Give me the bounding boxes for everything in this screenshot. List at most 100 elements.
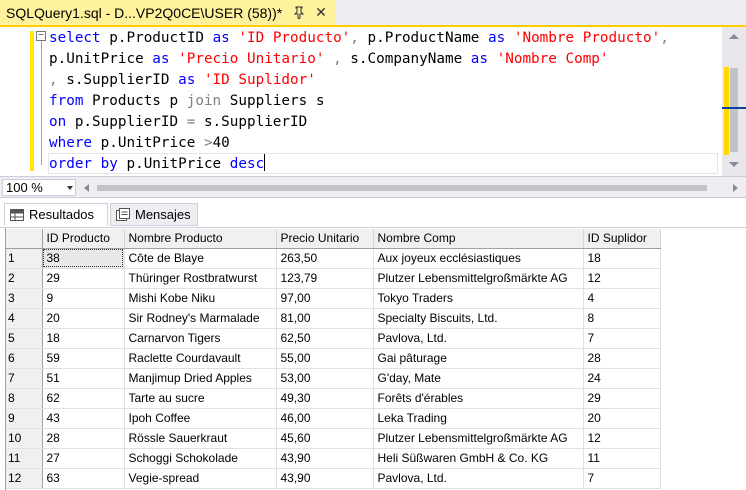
grid-cell[interactable]: 43,90	[276, 448, 374, 469]
grid-cell[interactable]: 7	[583, 468, 661, 489]
grid-cell[interactable]: 24	[583, 368, 661, 389]
grid-cell[interactable]: Specialty Biscuits, Ltd.	[373, 308, 584, 329]
grid-cell[interactable]: 4	[583, 288, 661, 309]
tab-messages[interactable]: Mensajes	[110, 203, 198, 226]
grid-cell[interactable]: Pavlova, Ltd.	[373, 328, 584, 349]
table-row[interactable]: 9 43 Ipoh Coffee 46,00 Leka Trading 20	[6, 408, 661, 429]
tab-results[interactable]: Resultados	[4, 203, 108, 226]
table-row[interactable]: 8 62 Tarte au sucre 49,30 Forêts d'érables 29	[6, 388, 661, 409]
table-row[interactable]: 5 18 Carnarvon Tigers 62,50 Pavlova, Ltd. 7	[6, 328, 661, 349]
grid-cell[interactable]: 81,00	[276, 308, 374, 329]
grid-cell[interactable]: 28	[42, 428, 125, 449]
row-number[interactable]: 6	[6, 348, 43, 369]
code-line[interactable]: select p.ProductID as 'ID Producto', p.P…	[49, 28, 721, 49]
collapse-region-icon[interactable]: −	[36, 31, 46, 41]
grid-cell[interactable]: Tarte au sucre	[124, 388, 277, 409]
grid-cell[interactable]: Forêts d'érables	[373, 388, 584, 409]
scroll-up-arrow-icon[interactable]	[728, 31, 740, 41]
grid-cell[interactable]: 29	[42, 268, 125, 289]
grid-cell[interactable]: 263,50	[276, 248, 374, 269]
table-row[interactable]: 4 20 Sir Rodney's Marmalade 81,00 Specialty …	[6, 308, 661, 329]
grid-cell[interactable]: Rössle Sauerkraut	[124, 428, 277, 449]
grid-corner[interactable]	[6, 229, 43, 249]
scroll-down-arrow-icon[interactable]	[728, 160, 740, 170]
grid-cell[interactable]: 18	[583, 248, 661, 269]
results-grid[interactable]: ID Producto Nombre Producto Precio Unita…	[6, 229, 661, 489]
grid-cell[interactable]: 43	[42, 408, 125, 429]
grid-cell[interactable]: Sir Rodney's Marmalade	[124, 308, 277, 329]
table-row[interactable]: 6 59 Raclette Courdavault 55,00 Gai pâturage…	[6, 348, 661, 369]
grid-cell[interactable]: 29	[583, 388, 661, 409]
grid-cell[interactable]: 45,60	[276, 428, 374, 449]
document-tab[interactable]: SQLQuery1.sql - D...VP2Q0CE\USER (58))*	[0, 0, 336, 25]
grid-cell[interactable]: 49,30	[276, 388, 374, 409]
grid-cell[interactable]: Heli Süßwaren GmbH & Co. KG	[373, 448, 584, 469]
scroll-left-arrow-icon[interactable]	[82, 182, 92, 194]
sql-editor[interactable]: − select p.ProductID as 'ID Producto', p…	[0, 27, 746, 176]
code-line[interactable]: , s.SupplierID as 'ID Suplidor'	[49, 70, 721, 91]
code-line[interactable]: on p.SupplierID = s.SupplierID	[49, 112, 721, 133]
row-number[interactable]: 5	[6, 328, 43, 349]
grid-cell[interactable]: 38	[42, 248, 125, 269]
row-number[interactable]: 8	[6, 388, 43, 409]
row-number[interactable]: 7	[6, 368, 43, 389]
row-number[interactable]: 3	[6, 288, 43, 309]
table-row[interactable]: 12 63 Vegie-spread 43,90 Pavlova, Ltd. 7	[6, 468, 661, 489]
grid-cell[interactable]: Raclette Courdavault	[124, 348, 277, 369]
table-row[interactable]: 7 51 Manjimup Dried Apples 53,00 G'day, Mate…	[6, 368, 661, 389]
grid-cell[interactable]: 53,00	[276, 368, 374, 389]
editor-vertical-scroll-thumb[interactable]	[730, 68, 738, 152]
table-row[interactable]: 2 29 Thüringer Rostbratwurst 123,79 Plutzer …	[6, 268, 661, 289]
grid-cell[interactable]: 97,00	[276, 288, 374, 309]
column-header[interactable]: ID Producto	[42, 229, 125, 249]
pin-icon[interactable]	[292, 5, 306, 19]
grid-cell[interactable]: 18	[42, 328, 125, 349]
table-row[interactable]: 3 9 Mishi Kobe Niku 97,00 Tokyo Traders 4	[6, 288, 661, 309]
column-header[interactable]: Precio Unitario	[276, 229, 374, 249]
code-line[interactable]: from Products p join Suppliers s	[49, 91, 721, 112]
row-number[interactable]: 4	[6, 308, 43, 329]
editor-horizontal-scroll-thumb[interactable]	[97, 185, 707, 191]
column-header[interactable]: ID Suplidor	[583, 229, 661, 249]
code-line[interactable]: order by p.UnitPrice desc	[49, 154, 721, 175]
zoom-dropdown[interactable]: 100 %	[2, 179, 76, 196]
grid-cell[interactable]: Thüringer Rostbratwurst	[124, 268, 277, 289]
grid-cell[interactable]: Aux joyeux ecclésiastiques	[373, 248, 584, 269]
grid-cell[interactable]: Carnarvon Tigers	[124, 328, 277, 349]
grid-cell[interactable]: 20	[583, 408, 661, 429]
scroll-right-arrow-icon[interactable]	[730, 182, 740, 194]
table-row[interactable]: 10 28 Rössle Sauerkraut 45,60 Plutzer Lebens…	[6, 428, 661, 449]
grid-cell[interactable]: Vegie-spread	[124, 468, 277, 489]
grid-cell[interactable]: Schoggi Schokolade	[124, 448, 277, 469]
grid-cell[interactable]: Ipoh Coffee	[124, 408, 277, 429]
grid-cell[interactable]: 27	[42, 448, 125, 469]
grid-cell[interactable]: 59	[42, 348, 125, 369]
grid-cell[interactable]: 12	[583, 428, 661, 449]
column-header[interactable]: Nombre Comp	[373, 229, 584, 249]
grid-cell[interactable]: Côte de Blaye	[124, 248, 277, 269]
grid-cell[interactable]: Plutzer Lebensmittelgroßmärkte AG	[373, 428, 584, 449]
grid-cell[interactable]: 11	[583, 448, 661, 469]
code-line[interactable]: where p.UnitPrice >40	[49, 133, 721, 154]
grid-cell[interactable]: 12	[583, 268, 661, 289]
code-line[interactable]: p.UnitPrice as 'Precio Unitario' , s.Com…	[49, 49, 721, 70]
grid-cell[interactable]: Plutzer Lebensmittelgroßmärkte AG	[373, 268, 584, 289]
row-number[interactable]: 1	[6, 248, 43, 269]
grid-cell[interactable]: 55,00	[276, 348, 374, 369]
grid-cell[interactable]: G'day, Mate	[373, 368, 584, 389]
chevron-down-icon[interactable]	[65, 182, 75, 194]
grid-cell[interactable]: 62	[42, 388, 125, 409]
grid-cell[interactable]: Pavlova, Ltd.	[373, 468, 584, 489]
grid-cell[interactable]: Tokyo Traders	[373, 288, 584, 309]
row-number[interactable]: 10	[6, 428, 43, 449]
grid-cell[interactable]: 28	[583, 348, 661, 369]
column-header[interactable]: Nombre Producto	[124, 229, 277, 249]
grid-cell[interactable]: 46,00	[276, 408, 374, 429]
grid-cell[interactable]: 8	[583, 308, 661, 329]
grid-cell[interactable]: 51	[42, 368, 125, 389]
row-number[interactable]: 9	[6, 408, 43, 429]
row-number[interactable]: 2	[6, 268, 43, 289]
grid-cell[interactable]: Manjimup Dried Apples	[124, 368, 277, 389]
code-text[interactable]: select p.ProductID as 'ID Producto', p.P…	[49, 28, 721, 175]
grid-cell[interactable]: 43,90	[276, 468, 374, 489]
